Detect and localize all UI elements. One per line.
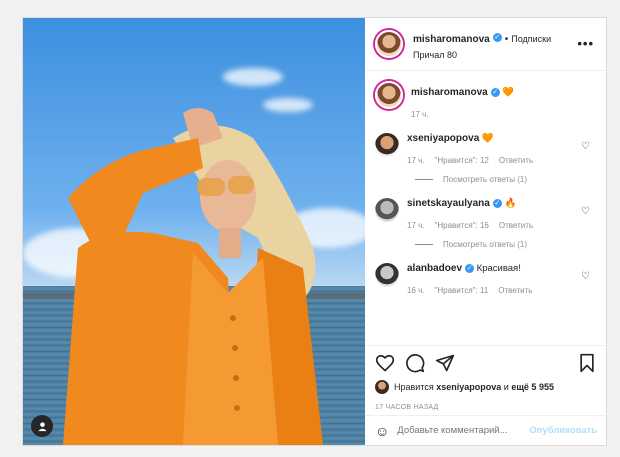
comment-username[interactable]: xseniyapopova: [407, 133, 479, 144]
emoji-icon[interactable]: ☺: [375, 423, 389, 439]
reply-button[interactable]: Ответить: [499, 156, 533, 165]
comment-likes[interactable]: "Нравится": 12: [435, 156, 489, 165]
likes-conjunction: и: [503, 382, 509, 392]
heart-icon[interactable]: ♡: [581, 271, 590, 282]
bookmark-icon[interactable]: [578, 353, 596, 373]
caption-text: 🧡: [502, 87, 515, 98]
verified-icon: ✓: [490, 87, 500, 97]
comment-time: 17 ч.: [407, 221, 425, 230]
comment-item: sinetskayaulyana ✓ 🔥 17 ч. "Нравится": 16 О…: [375, 198, 596, 230]
woman-figure: [63, 108, 323, 445]
avatar[interactable]: [375, 133, 399, 157]
comment-username[interactable]: sinetskayaulyana: [407, 198, 490, 209]
replies-label: Посмотреть ответы (1): [443, 175, 528, 184]
share-icon[interactable]: [435, 353, 455, 373]
reply-button[interactable]: Ответить: [498, 286, 532, 295]
likes-prefix: Нравится: [394, 382, 434, 392]
post-header: misharomanova ✓ • Подписки Причал 80 •••: [365, 18, 606, 71]
comment-icon[interactable]: [405, 353, 425, 373]
view-replies-button[interactable]: Посмотреть ответы (1): [415, 175, 596, 184]
publish-button[interactable]: Опубликовать: [529, 425, 597, 436]
comment-text: 🔥: [504, 198, 517, 209]
comment-text: 🧡: [481, 133, 494, 144]
replies-line: [415, 179, 433, 180]
replies-line: [415, 244, 433, 245]
post-sidebar: misharomanova ✓ • Подписки Причал 80 ••• mi…: [365, 18, 606, 445]
avatar: [375, 380, 389, 394]
comment-time: 16 ч.: [407, 286, 425, 295]
likes-user[interactable]: xseniyapopova: [436, 382, 501, 392]
avatar[interactable]: [375, 198, 399, 222]
action-bar: Нравится xseniyapopova и ещё 5 955 17 ЧА…: [365, 345, 606, 415]
author-username[interactable]: misharomanova: [413, 34, 490, 45]
heart-icon[interactable]: ♡: [581, 141, 590, 152]
verified-icon: ✓: [492, 198, 502, 208]
location-link[interactable]: Причал 80: [413, 50, 551, 60]
caption-username[interactable]: misharomanova: [411, 87, 488, 98]
comment-item: xseniyapopova 🧡 17 ч. "Нравится": 12 Ответ…: [375, 133, 596, 165]
likes-summary[interactable]: Нравится xseniyapopova и ещё 5 955: [375, 380, 596, 394]
caption: misharomanova ✓ 🧡 17 ч.: [375, 81, 596, 119]
more-options-icon[interactable]: •••: [577, 36, 594, 51]
add-comment-bar: ☺ Опубликовать: [365, 415, 606, 445]
instagram-post: misharomanova ✓ • Подписки Причал 80 ••• mi…: [22, 17, 607, 446]
follow-status-button[interactable]: Подписки: [511, 34, 551, 44]
view-replies-button[interactable]: Посмотреть ответы (1): [415, 240, 596, 249]
comment-input[interactable]: [397, 425, 530, 436]
post-photo[interactable]: [23, 18, 365, 445]
separator-dot: •: [504, 33, 509, 45]
comment-item: alanbadoev ✓ Красивая! 16 ч. "Нравится": 1…: [375, 263, 596, 295]
avatar[interactable]: [375, 263, 399, 287]
verified-icon: ✓: [465, 263, 475, 273]
comments-list: misharomanova ✓ 🧡 17 ч. xseniyapopova 🧡 1…: [365, 71, 606, 345]
avatar[interactable]: [375, 30, 403, 58]
avatar[interactable]: [375, 81, 403, 109]
comment-likes[interactable]: "Нравится": 11: [435, 286, 489, 295]
reply-button[interactable]: Ответить: [499, 221, 533, 230]
user-tag-icon[interactable]: [31, 415, 53, 437]
heart-icon[interactable]: [375, 353, 395, 373]
verified-icon: ✓: [492, 32, 502, 42]
likes-count[interactable]: ещё 5 955: [511, 382, 554, 392]
comment-time: 17 ч.: [407, 156, 425, 165]
heart-icon[interactable]: ♡: [581, 206, 590, 217]
replies-label: Посмотреть ответы (1): [443, 240, 528, 249]
comment-likes[interactable]: "Нравится": 16: [435, 221, 489, 230]
post-timestamp[interactable]: 17 ЧАСОВ НАЗАД: [375, 404, 596, 411]
comment-text: Красивая!: [476, 263, 521, 274]
caption-time: 17 ч.: [411, 110, 429, 119]
comment-username[interactable]: alanbadoev: [407, 263, 462, 274]
